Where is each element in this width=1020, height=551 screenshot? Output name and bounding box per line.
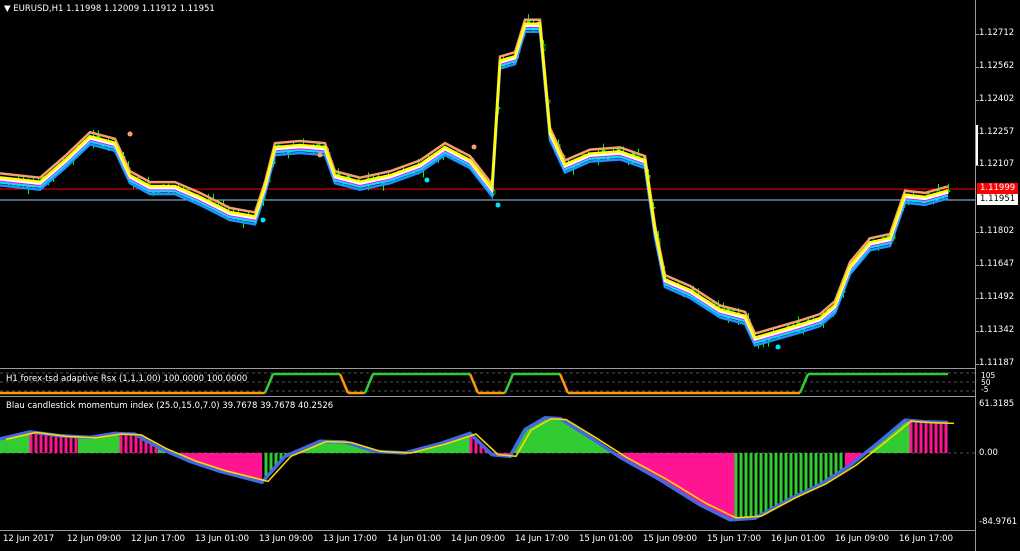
signal-dot: [317, 152, 323, 158]
bid-price-tag: 1.11999: [977, 183, 1018, 194]
candle-body: [316, 143, 321, 146]
time-tick-label: 15 Jun 01:00: [579, 534, 633, 544]
price-tick-mark: [976, 67, 979, 68]
symbol-caption-text: EURUSD,H1 1.11998 1.12009 1.11912 1.1195…: [13, 4, 215, 14]
time-tick-label: 14 Jun 09:00: [451, 534, 505, 544]
signal-dot: [424, 177, 430, 183]
price-pane[interactable]: ▼ EURUSD,H1 1.11998 1.12009 1.11912 1.11…: [0, 0, 975, 367]
time-tick-label: 13 Jun 17:00: [323, 534, 377, 544]
signal-dot: [775, 344, 781, 350]
price-tick-mark: [976, 34, 979, 35]
rsx-pane[interactable]: H1 forex-tsd adaptive Rsx (1,1,1.00) 100…: [0, 369, 975, 395]
rsx-transition: [263, 373, 275, 394]
salmon-ma-line: [0, 18, 949, 336]
time-tick-label: 15 Jun 09:00: [643, 534, 697, 544]
time-tick-label: 14 Jun 01:00: [387, 534, 441, 544]
price-tick-mark: [976, 165, 979, 166]
price-tick-mark: [976, 100, 979, 101]
price-tick-mark: [976, 364, 979, 365]
momentum-caption: Blau candlestick momentum index (25.0,15…: [6, 401, 334, 411]
price-axis[interactable]: 1.12712 1.12562 1.12402 1.12257 1.12107 1.118…: [975, 0, 1020, 551]
price-tick-label: 1.12712: [979, 28, 1015, 38]
signal-dot: [260, 217, 266, 223]
time-tick-label: 12 Jun 2017: [3, 534, 55, 544]
time-tick-label: 13 Jun 01:00: [195, 534, 249, 544]
candle-body: [96, 135, 101, 138]
time-tick-label: 12 Jun 17:00: [131, 534, 185, 544]
rsx-transition: [338, 373, 350, 394]
time-tick-label: 13 Jun 09:00: [259, 534, 313, 544]
time-tick-label: 15 Jun 17:00: [707, 534, 761, 544]
yellow-ma-line: [0, 22, 949, 340]
price-tick-label: 1.11647: [979, 259, 1015, 269]
price-tick-label: 1.12562: [979, 61, 1015, 71]
price-tick-label: 1.12107: [979, 159, 1015, 169]
price-tick-mark: [976, 298, 979, 299]
price-tick-label: 1.11802: [979, 226, 1015, 236]
momentum-axis-zero: 0.00: [979, 448, 998, 458]
last-price-tag: 1.11951: [977, 194, 1018, 205]
rsx-transition: [558, 373, 570, 394]
time-tick-label: 12 Jun 09:00: [67, 534, 121, 544]
signal-dot: [471, 144, 477, 150]
rsx-axis-bot: -5: [981, 385, 989, 394]
price-chart: [0, 14, 975, 350]
rsx-transition: [798, 373, 810, 394]
price-tick-label: 1.11187: [979, 358, 1015, 368]
candle-body: [616, 148, 621, 151]
scroll-marker[interactable]: [976, 125, 978, 165]
symbol-caption: ▼ EURUSD,H1 1.11998 1.12009 1.11912 1.11…: [4, 4, 215, 14]
time-tick-label: 16 Jun 01:00: [771, 534, 825, 544]
time-tick-label: 16 Jun 17:00: [899, 534, 953, 544]
signal-dot: [127, 131, 133, 137]
price-tick-label: 1.12402: [979, 94, 1015, 104]
momentum-chart: [0, 415, 975, 522]
price-tick-mark: [976, 265, 979, 266]
price-tick-mark: [976, 232, 979, 233]
price-tick-label: 1.11492: [979, 292, 1015, 302]
momentum-axis-top: 61.3185: [979, 399, 1015, 409]
rsx-transition: [503, 373, 515, 394]
price-tick-label: 1.12257: [979, 127, 1015, 137]
rsx-transition: [468, 373, 480, 394]
price-tick-mark: [976, 331, 979, 332]
dropdown-triangle-icon[interactable]: ▼: [4, 4, 11, 14]
rsx-caption: H1 forex-tsd adaptive Rsx (1,1,1.00) 100…: [6, 374, 248, 384]
momentum-pane[interactable]: Blau candlestick momentum index (25.0,15…: [0, 397, 975, 530]
rsx-transition: [363, 373, 375, 394]
momentum-axis-bottom: -84.9761: [979, 517, 1018, 527]
time-tick-label: 14 Jun 17:00: [515, 534, 569, 544]
pane-separator-3: [0, 530, 975, 531]
price-tick-label: 1.11342: [979, 325, 1015, 335]
signal-dot: [495, 202, 501, 208]
time-tick-label: 16 Jun 09:00: [835, 534, 889, 544]
